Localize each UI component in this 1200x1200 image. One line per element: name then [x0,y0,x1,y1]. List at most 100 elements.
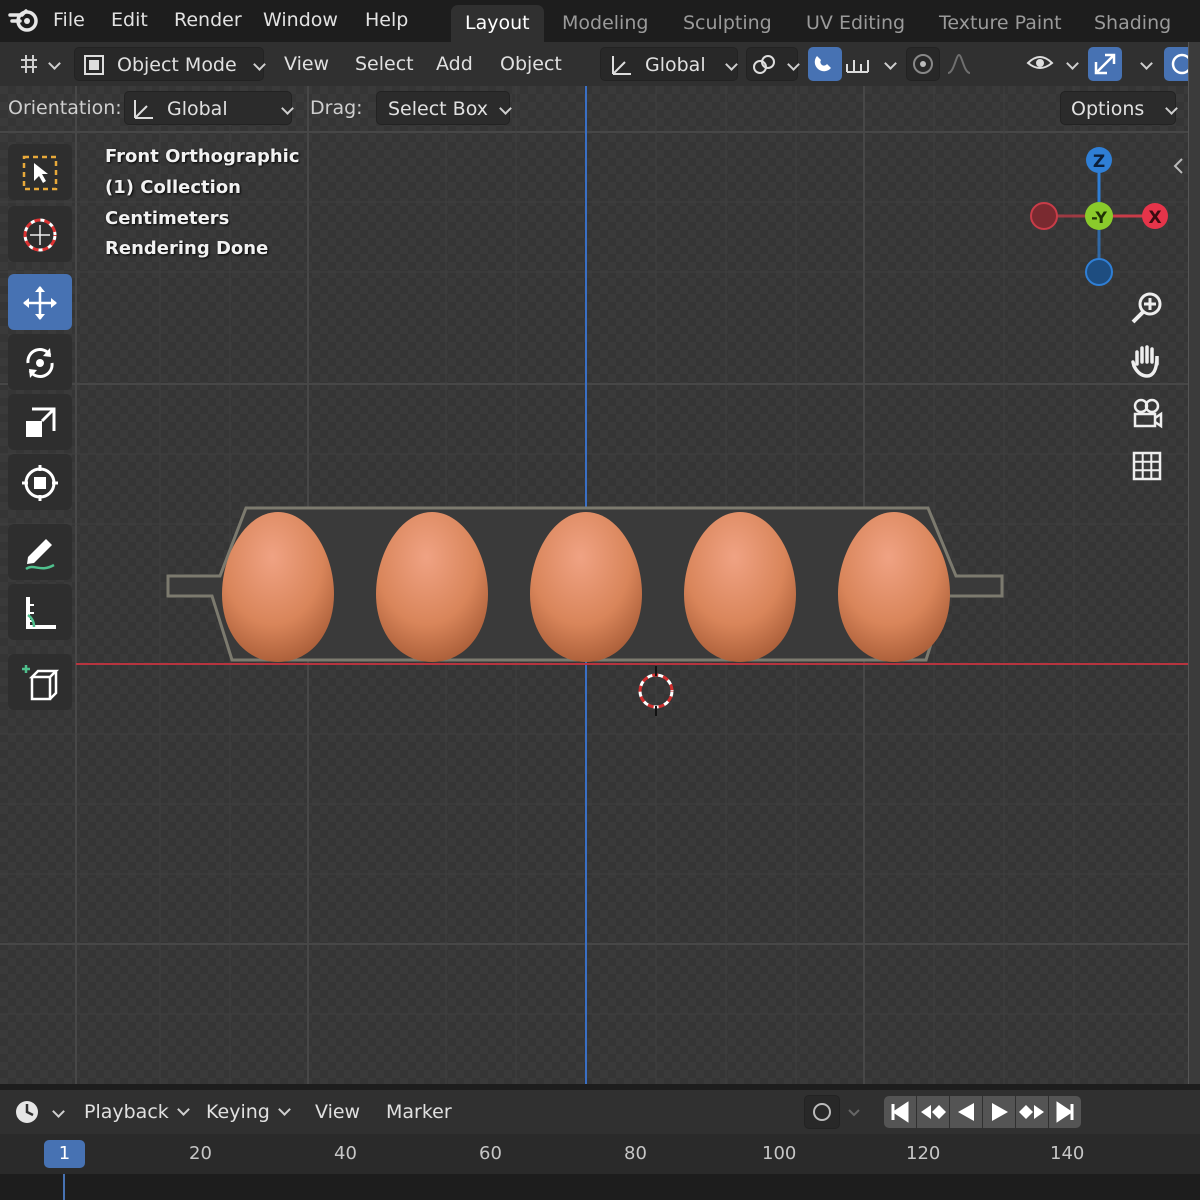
tool-select-box[interactable] [8,144,72,200]
jump-start-button[interactable] [884,1096,916,1128]
menu-file[interactable]: File [53,7,85,33]
tab-uv-editing[interactable]: UV Editing [792,5,919,42]
viewport-header: Object Mode View Select Add Object Globa… [0,42,1200,86]
keyframe-forward-icon [1019,1105,1044,1119]
egg-carton-model[interactable] [166,504,1006,674]
header-menu-view[interactable]: View [284,47,329,81]
tool-orientation-dropdown[interactable]: Global [124,91,294,125]
keying-label: Keying [206,1101,270,1123]
header-menu-object[interactable]: Object [500,47,562,81]
jump-end-button[interactable] [1049,1096,1081,1128]
timeline-editor-type-button[interactable] [10,1095,65,1129]
menu-help[interactable]: Help [365,7,408,33]
header-menu-select[interactable]: Select [355,47,414,81]
ortho-grid-icon[interactable] [1125,444,1169,488]
object-mode-icon [84,55,104,75]
tab-modeling[interactable]: Modeling [548,5,662,42]
3d-cursor-icon[interactable] [631,666,681,716]
zoom-icon[interactable] [1125,286,1169,330]
tab-texture-paint[interactable]: Texture Paint [925,5,1076,42]
sidebar-toggle-icon[interactable] [1172,156,1186,176]
top-menu-bar: File Edit Render Window Help Layout Mode… [0,0,1200,42]
play-button[interactable] [983,1096,1015,1128]
view-name: Front Orthographic [105,146,300,167]
blender-logo-icon[interactable] [8,5,40,35]
annotate-icon [25,539,55,571]
mode-dropdown[interactable]: Object Mode [74,47,266,81]
menu-window[interactable]: Window [263,7,338,33]
options-dropdown[interactable]: Options [1060,91,1178,125]
play-reverse-icon [958,1103,974,1121]
timeline-menu-view[interactable]: View [315,1095,360,1129]
timeline-header: Playback Keying View Marker [0,1090,1200,1134]
tool-annotate[interactable] [8,524,72,580]
timeline-ruler[interactable]: 1 20 40 60 80 100 120 140 [0,1134,1200,1174]
drag-dropdown[interactable]: Select Box [376,91,512,125]
gizmo-neg-x [1030,202,1058,230]
tool-move[interactable] [8,274,72,330]
auto-keying-dropdown-icon[interactable] [846,1105,862,1121]
tool-add-cube[interactable] [8,654,72,710]
clock-icon [16,1101,38,1123]
proportional-edit-toggle[interactable] [906,47,940,81]
eye-icon [1026,56,1054,69]
jump-keyframe-back-button[interactable] [917,1096,949,1128]
timeline-body[interactable] [0,1174,1200,1200]
right-region-edge [1188,42,1200,1084]
transform-icon [22,465,58,501]
tool-transform[interactable] [8,454,72,510]
auto-keying-toggle[interactable] [804,1095,840,1129]
proportional-edit-icon [913,54,933,74]
pan-hand-icon[interactable] [1125,340,1169,384]
move-icon [23,286,57,320]
playback-menu[interactable]: Playback [84,1095,194,1129]
camera-view-icon[interactable] [1125,392,1169,436]
tool-scale[interactable] [8,394,72,450]
visibility-dropdown[interactable] [1024,47,1079,81]
tool-rotate[interactable] [8,334,72,390]
transform-orientation-dropdown[interactable]: Global [600,47,738,81]
tool-measure[interactable] [8,584,72,640]
gizmo-toggle[interactable] [1088,47,1122,81]
menu-edit[interactable]: Edit [111,7,148,33]
editor-type-button[interactable] [10,47,62,81]
frame-tick: 140 [1050,1143,1085,1164]
render-status: Rendering Done [105,238,269,259]
jump-to-end-icon [1056,1101,1074,1123]
orientation-axes-icon [134,100,153,119]
orientation-label: Orientation: [8,97,122,119]
header-menu-add[interactable]: Add [436,47,473,81]
tool-shelf [6,144,76,714]
svg-text:Z: Z [1093,152,1105,172]
record-icon [813,1103,831,1121]
drag-label: Drag: [310,97,363,119]
proportional-falloff-dropdown[interactable] [944,47,994,81]
frame-tick: 60 [479,1143,502,1164]
scale-icon [26,407,56,437]
current-frame-indicator[interactable]: 1 [44,1140,85,1168]
tab-layout[interactable]: Layout [451,5,544,42]
orientation-axes-icon [612,56,631,75]
snap-toggle[interactable] [808,47,842,81]
drag-value: Select Box [388,98,488,120]
tool-cursor[interactable] [8,206,72,262]
transform-orientation-label: Global [645,54,706,76]
snap-target-dropdown[interactable] [844,47,897,81]
mode-label: Object Mode [117,54,237,76]
3d-viewport[interactable]: Front Orthographic (1) Collection Centim… [0,86,1188,1084]
pivot-dropdown[interactable] [746,47,800,81]
editor-type-icon [21,55,37,73]
keying-menu[interactable]: Keying [206,1095,302,1129]
jump-keyframe-forward-button[interactable] [1016,1096,1048,1128]
play-reverse-button[interactable] [950,1096,982,1128]
tab-shading[interactable]: Shading [1080,5,1185,42]
tab-sculpting[interactable]: Sculpting [669,5,786,42]
units-label: Centimeters [105,208,230,229]
gizmo-dropdown[interactable] [1124,47,1154,81]
navigation-gizmo[interactable]: Z X -Y [1025,141,1175,291]
frame-tick: 80 [624,1143,647,1164]
menu-render[interactable]: Render [174,7,242,33]
measure-icon [26,597,56,629]
options-label: Options [1071,98,1145,120]
timeline-menu-marker[interactable]: Marker [386,1095,452,1129]
